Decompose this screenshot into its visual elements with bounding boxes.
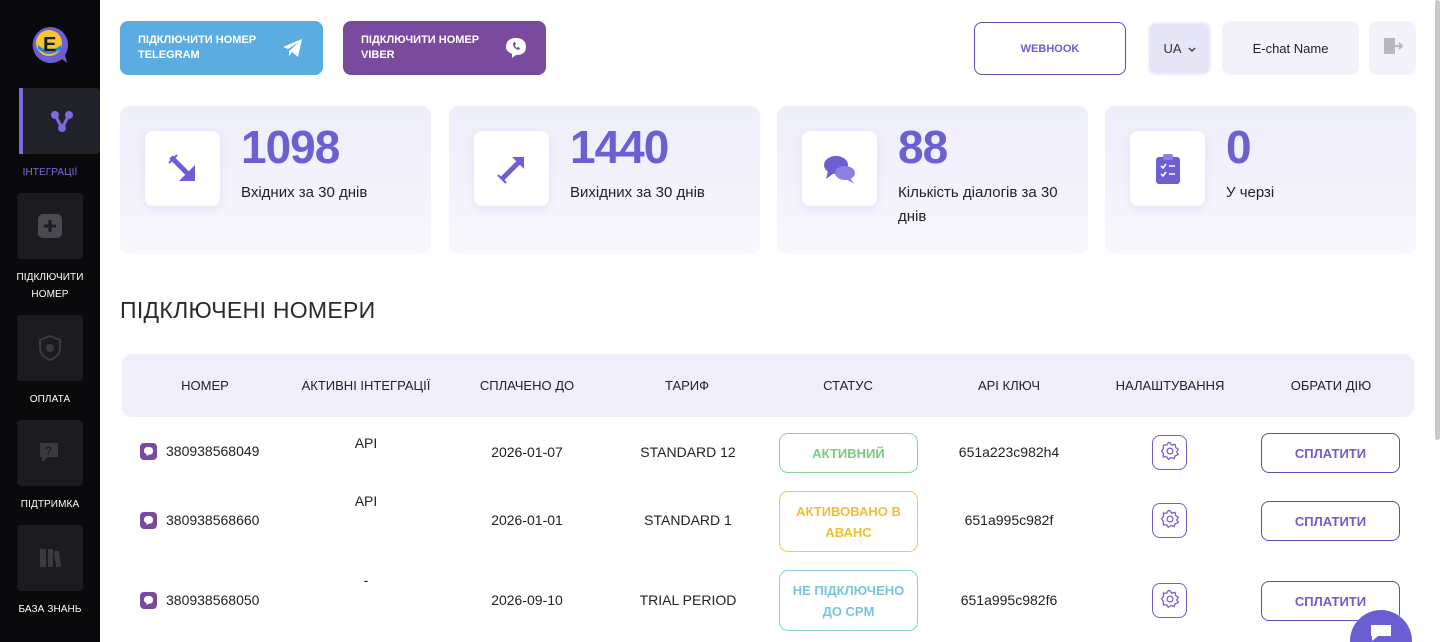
outgoing-arrow-icon — [474, 131, 549, 206]
column-header-paid-until: Сплачено до — [479, 378, 575, 393]
stat-card-queue: 0 У черзі — [1105, 106, 1416, 254]
sidebar-item-knowledge-base[interactable]: БАЗА ЗНАНЬ — [0, 525, 100, 618]
chevron-down-icon — [1188, 41, 1196, 56]
svg-text:E: E — [43, 34, 56, 56]
column-header-action: Обрати дію — [1290, 378, 1372, 393]
api-key-cell: 651a995c982f6 — [960, 592, 1058, 608]
column-header-settings: Налаштування — [1115, 378, 1225, 393]
logout-icon — [1382, 36, 1404, 61]
stat-label: У черзі — [1226, 184, 1275, 201]
phone-number: 380938568050 — [166, 592, 260, 608]
language-select[interactable]: UA — [1148, 22, 1211, 75]
column-header-api-key: API ключ — [977, 378, 1041, 393]
echat-logo[interactable]: E — [30, 25, 70, 65]
integrations-cell: API — [354, 493, 378, 509]
stat-label: Кількість діалогів за 30 днів — [898, 184, 1058, 225]
paid-until-cell: 2026-01-01 — [491, 512, 563, 528]
sidebar-item-connect-number[interactable]: ПІДКЛЮЧИТИ НОМЕР — [0, 193, 100, 303]
column-header-tariff: Тариф — [664, 378, 710, 393]
gear-icon — [1160, 589, 1180, 612]
settings-button[interactable] — [1152, 583, 1187, 618]
integrations-cell: - — [363, 572, 369, 588]
pay-button[interactable]: Сплатити — [1261, 501, 1400, 541]
viber-icon — [140, 442, 157, 460]
viber-icon — [504, 36, 528, 60]
stat-card-outgoing: 1440 Вихідних за 30 днів — [449, 106, 760, 254]
logout-button[interactable] — [1369, 21, 1416, 75]
stat-value: 0 — [1226, 121, 1252, 173]
stat-value: 1098 — [241, 121, 340, 173]
integrations-cell: API — [354, 435, 378, 451]
page-title: ПІДКЛЮЧЕНІ НОМЕРИ — [120, 297, 376, 323]
phone-number-cell: 380938568660 — [140, 509, 259, 531]
sidebar-item-label: ПІДКЛЮЧИТИ НОМЕР — [16, 272, 84, 300]
connect-viber-button[interactable]: Підключити номер Viber — [343, 21, 546, 75]
account-name-button[interactable]: E-chat Name — [1222, 21, 1359, 75]
api-key-cell: 651a223c982h4 — [958, 444, 1060, 460]
sidebar-item-label: ОПЛАТА — [29, 394, 71, 405]
api-key-cell: 651a995c982f — [964, 512, 1054, 528]
phone-number: 380938568660 — [166, 512, 260, 528]
tariff-cell: STANDARD 1 — [644, 512, 732, 528]
integrations-icon — [19, 88, 100, 154]
sidebar-item-label: БАЗА ЗНАНЬ — [18, 604, 82, 615]
phone-number-cell: 380938568050 — [140, 589, 259, 611]
language-value: UA — [1163, 41, 1182, 56]
column-header-status: Статус — [823, 378, 873, 393]
sidebar-item-payment[interactable]: ОПЛАТА — [0, 315, 100, 408]
stat-label: Вхідних за 30 днів — [241, 184, 368, 201]
tariff-cell: STANDARD 12 — [640, 444, 736, 460]
connect-viber-label: Підключити номер Viber — [361, 34, 480, 61]
stat-value: 88 — [898, 121, 948, 173]
chat-icon — [1368, 622, 1394, 642]
table-header: Номер Активні інтеграції Сплачено до Тар… — [122, 354, 1414, 417]
question-chat-icon: ? — [17, 420, 83, 486]
settings-button[interactable] — [1152, 435, 1187, 470]
settings-button[interactable] — [1152, 503, 1187, 538]
stat-card-incoming: 1098 Вхідних за 30 днів — [120, 106, 431, 254]
column-header-integrations: Активні інтеграції — [301, 378, 431, 393]
sidebar-item-label: ІНТЕГРАЦІЇ — [22, 167, 78, 178]
telegram-icon — [281, 36, 305, 60]
paid-until-cell: 2026-09-10 — [491, 592, 563, 608]
pay-button[interactable]: Сплатити — [1261, 433, 1400, 473]
phone-number-cell: 380938568049 — [140, 440, 259, 462]
status-badge: Активовано в аванс — [779, 491, 918, 552]
sidebar-item-label: ПІДТРИМКА — [20, 499, 80, 510]
connect-telegram-label: Підключити номер Telegram — [138, 34, 257, 61]
paid-until-cell: 2026-01-07 — [491, 444, 563, 460]
viber-icon — [140, 591, 157, 609]
connect-telegram-button[interactable]: Підключити номер Telegram — [120, 21, 323, 75]
stat-value: 1440 — [570, 121, 669, 173]
clipboard-icon — [1130, 131, 1205, 206]
books-icon — [17, 525, 83, 591]
plus-icon — [17, 193, 83, 259]
tariff-cell: TRIAL PERIOD — [639, 592, 737, 608]
status-badge: Активний — [779, 433, 918, 473]
webhook-button[interactable]: WEBHOOK — [974, 22, 1126, 75]
gear-icon — [1160, 509, 1180, 532]
stat-card-dialogs: 88 Кількість діалогів за 30 днів — [777, 106, 1088, 254]
phone-number: 380938568049 — [166, 443, 260, 459]
sidebar: E ІНТЕГРАЦІЇ ПІДКЛЮЧИТИ НОМЕР ОПЛАТА ? П… — [0, 0, 100, 642]
sidebar-item-integrations[interactable]: ІНТЕГРАЦІЇ — [0, 88, 100, 181]
incoming-arrow-icon — [145, 131, 220, 206]
stat-label: Вихідних за 30 днів — [570, 184, 705, 201]
gear-icon — [1160, 441, 1180, 464]
dialogs-icon — [802, 131, 877, 206]
column-header-number: Номер — [181, 378, 229, 393]
scrollbar[interactable] — [1435, 0, 1440, 440]
status-badge: Не підключено до CPM — [779, 570, 918, 631]
shield-icon — [17, 315, 83, 381]
sidebar-item-support[interactable]: ? ПІДТРИМКА — [0, 420, 100, 513]
viber-icon — [140, 511, 157, 529]
svg-text:?: ? — [45, 444, 52, 458]
